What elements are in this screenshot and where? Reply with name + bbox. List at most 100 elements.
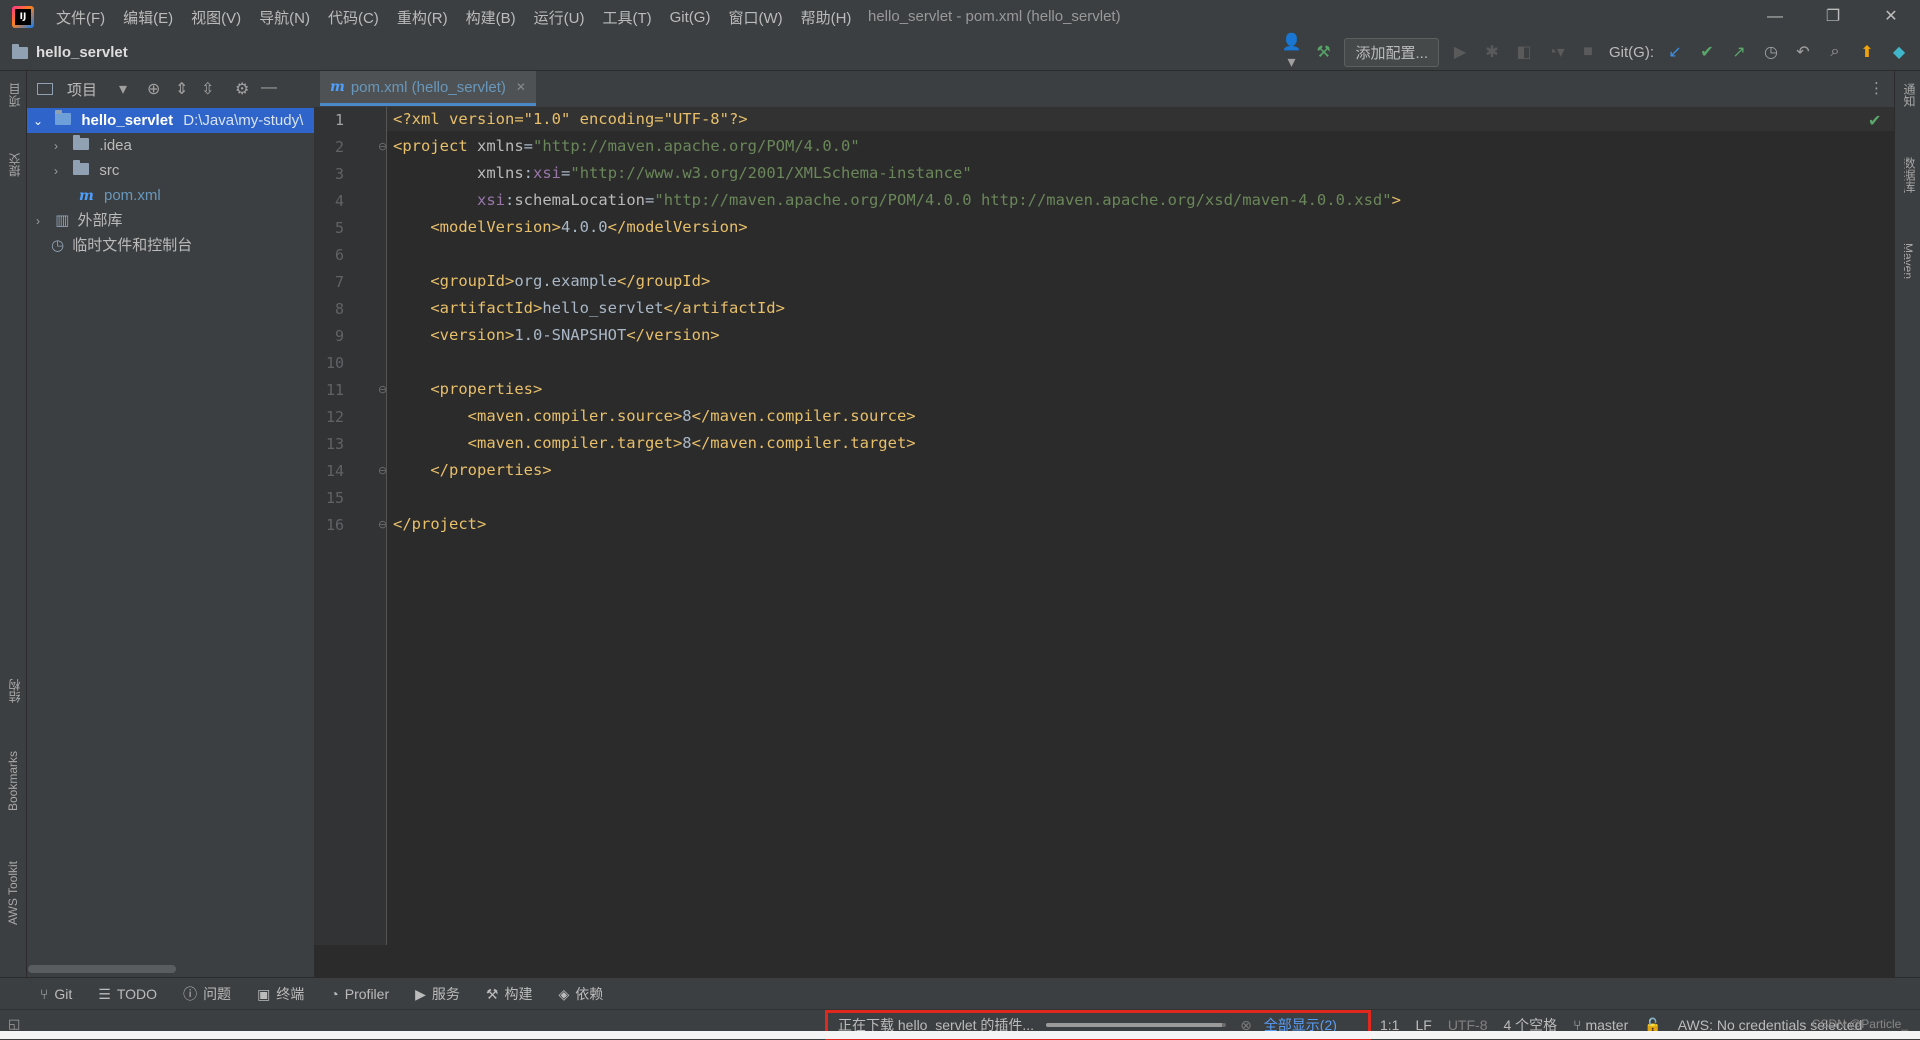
tool-bookmarks[interactable]: Bookmarks (6, 751, 20, 811)
close-tab-icon[interactable]: ✕ (516, 80, 526, 94)
menu-item[interactable]: 重构(R) (397, 7, 448, 28)
inspection-ok-icon[interactable]: ✔ (1868, 111, 1881, 131)
minimize-icon[interactable]: — (1746, 0, 1804, 34)
line-number-gutter: 1 2 3 4 5 6 7 8 9 10 11 12 13 14 15 16 ⊖… (314, 107, 387, 945)
menu-item[interactable]: 视图(V) (191, 7, 241, 28)
add-configuration-button[interactable]: 添加配置... (1344, 37, 1439, 67)
tool-aws-toolkit[interactable]: AWS Toolkit (6, 861, 20, 925)
right-margin-guide (1905, 107, 1906, 945)
git-push-icon[interactable]: ↗ (1728, 42, 1750, 62)
gear-icon[interactable]: ⚙ (235, 79, 249, 99)
jetbrains-toolbox-icon[interactable]: ◆ (1888, 42, 1910, 62)
watermark: CSDN @Particle_ (1811, 1017, 1908, 1031)
menu-item[interactable]: 窗口(W) (728, 7, 782, 28)
tool-notifications[interactable]: 通知 (1901, 83, 1918, 107)
tool-commit[interactable]: 提交 (6, 153, 23, 177)
tool-structure[interactable]: 结构 (6, 679, 23, 703)
fold-marker-icon[interactable]: ⊖ (378, 383, 387, 396)
folder-icon (73, 160, 90, 175)
fold-marker-icon[interactable]: ⊖ (378, 518, 387, 531)
right-tool-strip: 通知 数据库 Maven (1894, 71, 1920, 1007)
menu-item[interactable]: 帮助(H) (801, 7, 852, 28)
tree-item-scratches[interactable]: ◷ 临时文件和控制台 (27, 233, 314, 258)
breadcrumb-project[interactable]: hello_servlet (36, 44, 128, 61)
code-line-9: <version>1.0-SNAPSHOT</version> (430, 326, 720, 344)
git-label: Git(G): (1609, 43, 1654, 61)
code-line-13: <maven.compiler.target>8</maven.compiler… (467, 434, 916, 452)
menu-item[interactable]: 编辑(E) (123, 7, 173, 28)
library-icon: ▥ (55, 212, 70, 229)
tool-git[interactable]: ⑂ Git (40, 986, 72, 1002)
tool-todo[interactable]: ☰ TODO (98, 986, 157, 1003)
menu-item[interactable]: 代码(C) (328, 7, 379, 28)
locate-file-icon[interactable]: ⊕ (147, 79, 160, 99)
editor-tab-bar: m pom.xml (hello_servlet) ✕ ⋮ (314, 71, 1894, 108)
run-icon[interactable]: ▶ (1449, 42, 1471, 62)
fold-marker-icon[interactable]: ⊖ (378, 464, 387, 477)
profile-icon[interactable]: ◔▾ (1545, 42, 1567, 62)
history-icon[interactable]: ◷ (1760, 42, 1782, 62)
stop-icon[interactable]: ■ (1577, 43, 1599, 61)
main-menu: 文件(F) 编辑(E) 视图(V) 导航(N) 代码(C) 重构(R) 构建(B) 运行(U)… (56, 0, 869, 34)
tab-pom-xml[interactable]: m pom.xml (hello_servlet) ✕ (320, 71, 536, 106)
tool-terminal[interactable]: ▣ 终端 (257, 984, 304, 1004)
tool-build[interactable]: ⚒ 构建 (486, 984, 533, 1004)
intellij-logo-icon[interactable]: IJ (12, 6, 34, 28)
tool-database[interactable]: 数据库 (1901, 157, 1918, 193)
git-update-icon[interactable]: ↙ (1664, 42, 1686, 62)
build-hammer-icon: ⚒ (485, 985, 499, 1002)
services-icon: ▶ (415, 985, 426, 1002)
code-editor[interactable]: 1 2 3 4 5 6 7 8 9 10 11 12 13 14 15 16 ⊖… (314, 107, 1906, 945)
tool-dependencies[interactable]: ◈ 依赖 (558, 984, 603, 1004)
line-number: 14 (325, 462, 344, 480)
tree-item-external-libraries[interactable]: › ▥ 外部库 (27, 208, 314, 233)
code-line-4: xsi:schemaLocation="http://maven.apache.… (477, 191, 1401, 209)
chevron-right-icon[interactable]: › (49, 159, 63, 183)
menu-item[interactable]: Git(G) (670, 9, 711, 26)
menu-item[interactable]: 导航(N) (259, 7, 310, 28)
collapse-all-icon[interactable]: ⇳ (201, 79, 214, 99)
more-options-icon[interactable]: ⋮ (1869, 79, 1884, 97)
info-icon: ⓘ (183, 986, 198, 1002)
git-commit-icon[interactable]: ✔ (1696, 42, 1718, 62)
project-panel-title[interactable]: 项目 (67, 79, 97, 100)
project-panel-header: 项目 ▾ ⊕ ⇕ ⇳ ⚙ — (27, 71, 314, 107)
tree-item-hello-servlet[interactable]: ⌄ hello_servlet D:\Java\my-study\ (27, 108, 314, 133)
tool-problems[interactable]: ⓘ 问题 (183, 984, 231, 1004)
code-line-7: <groupId>org.example</groupId> (430, 272, 711, 290)
menu-item[interactable]: 工具(T) (602, 7, 651, 28)
tool-project[interactable]: 项目 (6, 83, 23, 107)
user-icon[interactable]: 👤▾ (1280, 32, 1302, 72)
chevron-right-icon[interactable]: › (49, 134, 63, 158)
tree-item-label: pom.xml (104, 187, 161, 204)
build-hammer-icon[interactable]: ⚒ (1312, 42, 1334, 62)
chevron-down-icon[interactable]: ▾ (119, 79, 127, 99)
coverage-icon[interactable]: ◧ (1513, 42, 1535, 62)
menu-item[interactable]: 运行(U) (534, 7, 585, 28)
toggle-tool-windows-icon[interactable]: ◱ (8, 1016, 20, 1032)
close-icon[interactable]: ✕ (1862, 0, 1920, 34)
tool-services[interactable]: ▶ 服务 (415, 984, 460, 1004)
folder-icon (73, 135, 90, 150)
expand-all-icon[interactable]: ⇕ (175, 79, 188, 99)
rollback-icon[interactable]: ↶ (1792, 42, 1814, 62)
tree-item-idea[interactable]: › .idea (27, 133, 314, 158)
tree-item-label: src (99, 162, 120, 179)
project-horizontal-scrollbar[interactable] (28, 965, 176, 973)
restore-icon[interactable]: ❐ (1804, 0, 1862, 34)
tree-item-src[interactable]: › src (27, 158, 314, 183)
menu-item[interactable]: 构建(B) (466, 7, 516, 28)
tool-profiler[interactable]: ◔ Profiler (330, 986, 389, 1002)
tree-item-pom[interactable]: m pom.xml (27, 183, 314, 208)
breadcrumb[interactable]: hello_servlet (12, 43, 128, 61)
chevron-down-icon[interactable]: ⌄ (31, 109, 45, 133)
menu-item[interactable]: 文件(F) (56, 7, 105, 28)
tool-maven[interactable]: Maven (1901, 243, 1915, 279)
chevron-right-icon[interactable]: › (31, 209, 45, 233)
git-branch-icon: ⑂ (40, 986, 49, 1002)
hide-panel-icon[interactable]: — (261, 79, 277, 97)
debug-icon[interactable]: ✱ (1481, 42, 1503, 62)
fold-marker-icon[interactable]: ⊖ (378, 140, 387, 153)
update-available-icon[interactable]: ⬆ (1856, 42, 1878, 62)
search-icon[interactable]: ⌕ (1824, 43, 1846, 61)
